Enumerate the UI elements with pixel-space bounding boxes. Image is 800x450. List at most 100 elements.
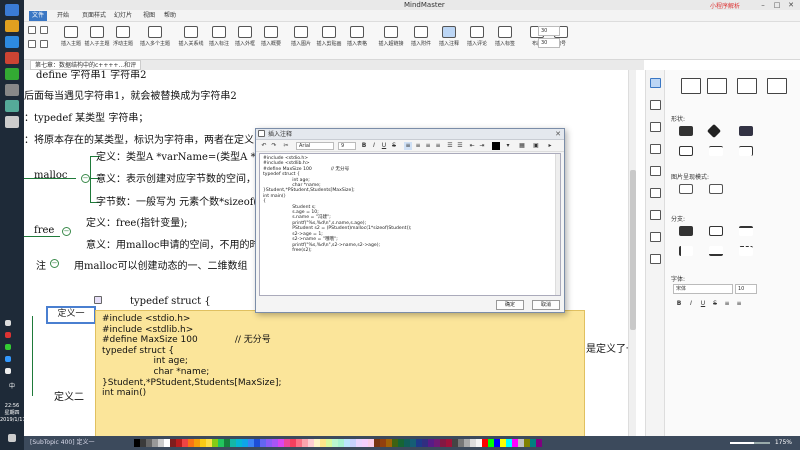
- dialog-text-color-icon[interactable]: [492, 142, 500, 150]
- app-icon-6[interactable]: [5, 100, 19, 112]
- clipart-panel-icon[interactable]: [650, 166, 661, 176]
- note-marker-icon[interactable]: [94, 296, 102, 304]
- spacing-spinner-2[interactable]: 30: [538, 38, 560, 48]
- floating-topic-button[interactable]: 浮动主题: [108, 24, 138, 57]
- zoom-level[interactable]: 175%: [775, 436, 792, 450]
- tab-view[interactable]: 视图: [140, 11, 158, 21]
- dialog-align-center-icon[interactable]: ≡: [414, 142, 422, 150]
- insert-tag-button[interactable]: 插入标签: [490, 24, 520, 57]
- align-center-button[interactable]: ≡: [735, 300, 743, 308]
- color-palette[interactable]: [134, 439, 542, 447]
- tray-icon-4[interactable]: [5, 356, 11, 362]
- corner-style-button[interactable]: [739, 146, 753, 156]
- close-button[interactable]: ✕: [784, 0, 798, 10]
- dialog-justify-icon[interactable]: ≡: [434, 142, 442, 150]
- dialog-table-icon[interactable]: ▦: [518, 142, 526, 150]
- format-clear-icon[interactable]: ✂: [282, 142, 290, 150]
- line-color-button[interactable]: [679, 146, 693, 156]
- malloc-collapse-button[interactable]: −: [81, 174, 90, 183]
- paste-icon[interactable]: [28, 26, 36, 34]
- free-collapse-button[interactable]: −: [62, 227, 71, 236]
- app-icon-4[interactable]: [5, 68, 19, 80]
- dialog-align-right-icon[interactable]: ≡: [424, 142, 432, 150]
- insert-multiple-topics-button[interactable]: 插入多个主题: [136, 24, 174, 57]
- shape-picker-1[interactable]: [706, 123, 722, 139]
- dialog-strike-button[interactable]: S: [390, 142, 398, 150]
- editor-scrollbar[interactable]: [555, 154, 560, 295]
- app-icon-7[interactable]: [5, 116, 19, 128]
- underline-button[interactable]: U: [699, 300, 707, 308]
- dialog-bold-button[interactable]: B: [360, 142, 368, 150]
- insert-summary-button[interactable]: 插入概要: [256, 24, 286, 57]
- tray-icon-2[interactable]: [5, 332, 11, 338]
- tab-help[interactable]: 帮助: [161, 11, 179, 21]
- italic-button[interactable]: I: [687, 300, 695, 308]
- tray-icon-3[interactable]: [5, 344, 11, 350]
- dialog-more-icon[interactable]: ▸: [546, 142, 554, 150]
- strikethrough-button[interactable]: S: [711, 300, 719, 308]
- cut-icon[interactable]: [40, 26, 48, 34]
- free-row-1[interactable]: 定义：free(指针变量);: [86, 214, 188, 229]
- windows-start-icon[interactable]: [5, 4, 19, 16]
- maximize-button[interactable]: □: [770, 0, 784, 10]
- branch-style-3[interactable]: [679, 246, 693, 256]
- app-icon-3[interactable]: [5, 52, 19, 64]
- dialog-outdent-icon[interactable]: ⇤: [468, 142, 476, 150]
- dialog-font-select[interactable]: Arial: [296, 142, 334, 150]
- insert-note-button[interactable]: 插入注释: [434, 24, 464, 57]
- malloc-row-2[interactable]: 意义：表示创建对应字节数的空间，交: [96, 170, 266, 185]
- zoom-slider[interactable]: [730, 442, 770, 444]
- dialog-size-select[interactable]: 9: [338, 142, 356, 150]
- insert-clipart-button[interactable]: 插入剪贴画: [314, 24, 344, 57]
- tab-file[interactable]: 文件: [29, 11, 48, 21]
- insert-relationship-button[interactable]: 插入关系线: [176, 24, 206, 57]
- spacing-spinner-1[interactable]: 30: [538, 26, 560, 36]
- notification-icon[interactable]: [8, 434, 16, 442]
- dialog-close-icon[interactable]: ✕: [555, 129, 561, 140]
- branch-style-2[interactable]: [739, 226, 753, 236]
- dialog-underline-button[interactable]: U: [380, 142, 388, 150]
- minimize-button[interactable]: –: [756, 0, 770, 10]
- free-row-2[interactable]: 意义：用malloc申请的空间，不用的时候: [86, 236, 269, 251]
- copy-icon[interactable]: [40, 40, 48, 48]
- tray-icon-5[interactable]: [5, 368, 11, 374]
- definition-two-node[interactable]: 定义二: [54, 388, 84, 403]
- malloc-row-1[interactable]: 定义：类型A *varName=(类型A *)ma: [96, 148, 275, 163]
- search-icon[interactable]: [650, 78, 661, 88]
- tab-page-style[interactable]: 页面样式: [79, 11, 109, 21]
- undo-icon[interactable]: ↶: [260, 142, 268, 150]
- insert-hyperlink-button[interactable]: 插入超链接: [376, 24, 406, 57]
- note-node-label[interactable]: 注: [36, 257, 46, 272]
- image-mode-2[interactable]: [709, 184, 723, 194]
- note-panel-icon[interactable]: [650, 188, 661, 198]
- insert-image-button[interactable]: 插入图片: [286, 24, 316, 57]
- dialog-image-icon[interactable]: ▣: [532, 142, 540, 150]
- format-panel-icon[interactable]: [650, 100, 661, 110]
- dialog-number-list-icon[interactable]: ☰: [456, 142, 464, 150]
- canvas-vertical-scrollbar[interactable]: [628, 70, 636, 436]
- align-left-button[interactable]: ≡: [723, 300, 731, 308]
- user-badge[interactable]: 小程序解析: [710, 1, 740, 10]
- document-tab[interactable]: 第七章：数据结构中的c++++...和评: [30, 60, 142, 70]
- branch-style-5[interactable]: [739, 246, 753, 256]
- branch-color-button[interactable]: [679, 226, 693, 236]
- fill-color-button[interactable]: [679, 126, 693, 136]
- line-style-button[interactable]: [709, 146, 723, 156]
- note-collapse-button[interactable]: −: [50, 259, 59, 268]
- note-editor[interactable]: #include <stdio.h> #include <stdlib.h> #…: [259, 153, 561, 296]
- free-node[interactable]: free: [34, 225, 54, 236]
- layout-style-4-icon[interactable]: [767, 78, 787, 94]
- outline-icon[interactable]: [650, 232, 661, 242]
- dialog-align-left-icon[interactable]: ≡: [404, 142, 412, 150]
- theme-icon[interactable]: [650, 122, 661, 132]
- app-icon-5[interactable]: [5, 84, 19, 96]
- scrollbar-thumb[interactable]: [630, 170, 636, 330]
- format-painter-icon[interactable]: [28, 40, 36, 48]
- layout-style-1-icon[interactable]: [681, 78, 701, 94]
- task-icon[interactable]: [650, 210, 661, 220]
- history-icon[interactable]: [650, 254, 661, 264]
- dialog-highlight-icon[interactable]: ▾: [504, 142, 512, 150]
- malloc-node[interactable]: malloc: [34, 170, 67, 181]
- insert-table-button[interactable]: 插入表格: [342, 24, 372, 57]
- app-icon-1[interactable]: [5, 20, 19, 32]
